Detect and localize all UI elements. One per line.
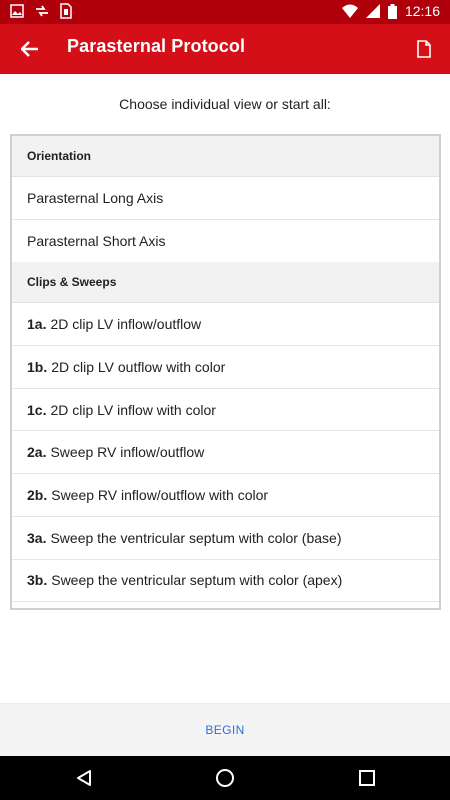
begin-button[interactable]: BEGIN: [185, 713, 264, 747]
list-item-2a[interactable]: 2a. Sweep RV inflow/outflow: [12, 431, 439, 475]
nav-home-button[interactable]: [212, 766, 238, 790]
wifi-icon: [341, 4, 358, 18]
status-bar: 12:16: [0, 0, 450, 24]
list-item-number: 2b.: [27, 486, 48, 503]
list-item-number: 1b.: [27, 358, 48, 375]
image-icon: [10, 4, 24, 18]
list-item-parasternal-short-axis[interactable]: Parasternal Short Axis: [12, 220, 439, 263]
sync-icon: [36, 5, 48, 17]
nav-recents-button[interactable]: [354, 766, 380, 790]
home-circle-icon: [216, 769, 234, 787]
document-icon: [417, 40, 431, 58]
arrow-back-icon: [21, 41, 38, 57]
protocol-list: Orientation Parasternal Long Axis Parast…: [10, 134, 441, 610]
list-item-1a[interactable]: 1a. 2D clip LV inflow/outflow: [12, 303, 439, 347]
page-title: Parasternal Protocol: [67, 36, 246, 56]
status-time: 12:16: [404, 3, 440, 19]
list-item-label: Sweep RV inflow/outflow with color: [51, 486, 269, 503]
list-item-3a[interactable]: 3a. Sweep the ventricular septum with co…: [12, 517, 439, 560]
system-nav-bar: [0, 756, 450, 800]
list-item-label: Sweep the ventricular septum with color …: [51, 572, 343, 589]
list-item-label: 2D clip LV inflow/outflow: [50, 316, 202, 333]
section-header-orientation: Orientation: [12, 136, 439, 177]
signal-icon: [365, 4, 380, 18]
list-item-3b[interactable]: 3b. Sweep the ventricular septum with co…: [12, 560, 439, 603]
status-left-icons: [10, 3, 72, 19]
list-item-label: Sweep RV inflow/outflow: [50, 444, 205, 461]
back-triangle-icon: [77, 770, 91, 786]
instruction-text: Choose individual view or start all:: [119, 96, 331, 112]
list-item-2b[interactable]: 2b. Sweep RV inflow/outflow with color: [12, 474, 439, 517]
list-item-label: Parasternal Long Axis: [27, 189, 164, 206]
nav-back-button[interactable]: [71, 766, 97, 790]
document-button[interactable]: [410, 35, 438, 63]
list-item-number: 1a.: [27, 316, 47, 333]
list-item-label: 2D clip LV inflow with color: [50, 401, 216, 418]
list-item-label: Parasternal Short Axis: [27, 233, 166, 250]
back-button[interactable]: [14, 34, 46, 64]
list-item-number: 3a.: [27, 529, 47, 546]
list-item-number: 3b.: [27, 572, 48, 589]
list-item-parasternal-long-axis[interactable]: Parasternal Long Axis: [12, 177, 439, 220]
list-item-label: 2D clip LV outflow with color: [51, 358, 226, 375]
list-item-1c[interactable]: 1c. 2D clip LV inflow with color: [12, 389, 439, 432]
recents-square-icon: [359, 770, 375, 786]
section-header-clips-sweeps: Clips & Sweeps: [12, 262, 439, 304]
list-item-label: Sweep the ventricular septum with color …: [50, 529, 342, 546]
status-right-icons: 12:16: [341, 3, 440, 19]
bottom-action-bar: BEGIN: [0, 703, 450, 756]
list-item-1b[interactable]: 1b. 2D clip LV outflow with color: [12, 346, 439, 389]
sim-icon: [60, 3, 72, 19]
list-item-number: 1c.: [27, 401, 47, 418]
battery-icon: [387, 3, 397, 19]
list-item-number: 2a.: [27, 444, 47, 461]
app-bar: Parasternal Protocol: [0, 24, 450, 74]
